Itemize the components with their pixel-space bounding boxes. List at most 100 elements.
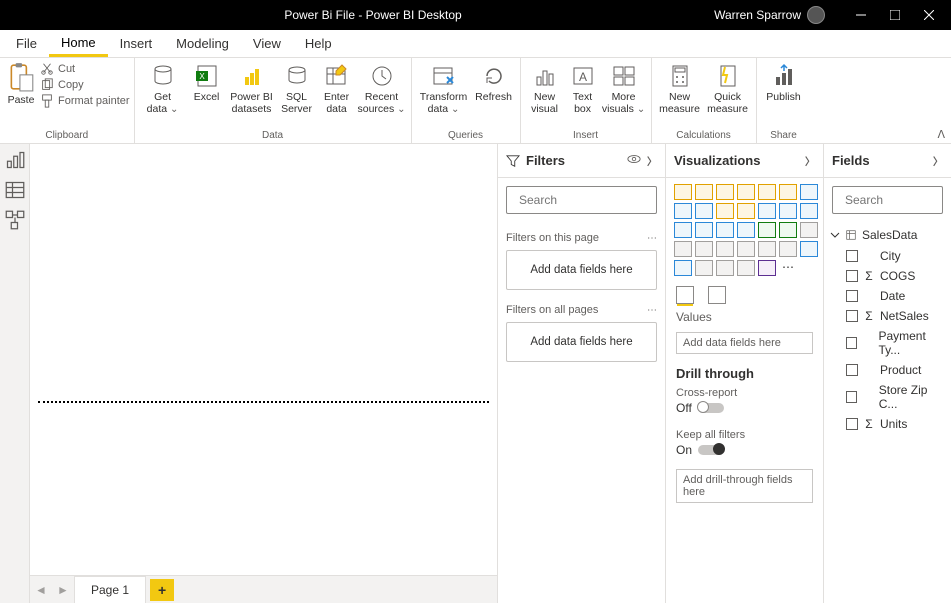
pbi-datasets-button[interactable]: Power BIdatasets bbox=[227, 60, 277, 126]
checkbox[interactable] bbox=[846, 270, 858, 282]
cross-report-toggle[interactable]: Off bbox=[676, 401, 813, 415]
viz-treemap[interactable] bbox=[737, 222, 755, 238]
field-row[interactable]: Payment Ty... bbox=[828, 326, 947, 360]
refresh-button[interactable]: Refresh bbox=[472, 60, 516, 126]
page-tab-1[interactable]: Page 1 bbox=[74, 576, 146, 603]
values-dropzone[interactable]: Add data fields here bbox=[676, 332, 813, 354]
page-next-button[interactable]: ► bbox=[52, 579, 74, 601]
viz-gauge[interactable] bbox=[800, 222, 818, 238]
fields-search[interactable] bbox=[832, 186, 943, 214]
viz-multi-card[interactable] bbox=[695, 241, 713, 257]
filters-search-input[interactable] bbox=[519, 193, 674, 207]
chevron-right-icon[interactable]: 〉 bbox=[805, 153, 815, 168]
viz-python[interactable] bbox=[674, 260, 692, 276]
viz-scatter[interactable] bbox=[674, 222, 692, 238]
report-view-icon[interactable] bbox=[5, 150, 25, 170]
field-row[interactable]: Date bbox=[828, 286, 947, 306]
field-row[interactable]: City bbox=[828, 246, 947, 266]
drill-through-dropzone[interactable]: Add drill-through fields here bbox=[676, 469, 813, 503]
fields-table[interactable]: SalesData bbox=[828, 224, 947, 246]
checkbox[interactable] bbox=[846, 250, 858, 262]
eye-icon[interactable] bbox=[627, 152, 641, 169]
minimize-button[interactable] bbox=[847, 1, 875, 29]
viz-stacked-column[interactable] bbox=[695, 184, 713, 200]
viz-donut[interactable] bbox=[716, 222, 734, 238]
field-row[interactable]: Product bbox=[828, 360, 947, 380]
viz-waterfall[interactable] bbox=[779, 203, 797, 219]
tab-help[interactable]: Help bbox=[293, 30, 344, 57]
viz-stacked-bar[interactable] bbox=[674, 184, 692, 200]
viz-ribbon[interactable] bbox=[758, 203, 776, 219]
copy-button[interactable]: Copy bbox=[40, 78, 130, 92]
recent-sources-button[interactable]: Recentsources ⌄ bbox=[357, 60, 407, 126]
format-painter-button[interactable]: Format painter bbox=[40, 94, 130, 108]
viz-clustered-bar[interactable] bbox=[716, 184, 734, 200]
viz-line-clustered[interactable] bbox=[737, 203, 755, 219]
field-row[interactable]: ΣUnits bbox=[828, 414, 947, 434]
more-icon[interactable]: ⋯ bbox=[647, 305, 657, 316]
viz-r[interactable] bbox=[800, 241, 818, 257]
excel-button[interactable]: X Excel bbox=[187, 60, 227, 126]
filters-this-page-dropzone[interactable]: Add data fields here bbox=[506, 250, 657, 290]
user-account[interactable]: Warren Sparrow bbox=[714, 6, 825, 24]
tab-file[interactable]: File bbox=[4, 30, 49, 57]
viz-matrix[interactable] bbox=[779, 241, 797, 257]
maximize-button[interactable] bbox=[881, 1, 909, 29]
ribbon-collapse-button[interactable]: ᐱ bbox=[937, 128, 945, 141]
checkbox[interactable] bbox=[846, 391, 857, 403]
fields-search-input[interactable] bbox=[845, 193, 951, 207]
tab-modeling[interactable]: Modeling bbox=[164, 30, 241, 57]
new-measure-button[interactable]: Newmeasure bbox=[656, 60, 704, 126]
viz-card[interactable] bbox=[674, 241, 692, 257]
paste-button[interactable]: Paste bbox=[4, 60, 38, 106]
field-row[interactable]: ΣCOGS bbox=[828, 266, 947, 286]
more-visuals-button[interactable]: Morevisuals ⌄ bbox=[601, 60, 647, 126]
enter-data-button[interactable]: Enterdata bbox=[317, 60, 357, 126]
viz-pie[interactable] bbox=[695, 222, 713, 238]
viz-paginated[interactable] bbox=[758, 260, 776, 276]
checkbox[interactable] bbox=[846, 418, 858, 430]
report-canvas[interactable] bbox=[30, 144, 497, 575]
viz-map[interactable] bbox=[758, 222, 776, 238]
tab-insert[interactable]: Insert bbox=[108, 30, 165, 57]
field-row[interactable]: Store Zip C... bbox=[828, 380, 947, 414]
new-visual-button[interactable]: Newvisual bbox=[525, 60, 565, 126]
cut-button[interactable]: Cut bbox=[40, 62, 130, 76]
viz-100-bar[interactable] bbox=[758, 184, 776, 200]
checkbox[interactable] bbox=[846, 290, 858, 302]
viz-decomposition[interactable] bbox=[716, 260, 734, 276]
more-icon[interactable]: ⋯ bbox=[647, 233, 657, 244]
checkbox[interactable] bbox=[846, 337, 857, 349]
viz-funnel[interactable] bbox=[800, 203, 818, 219]
sql-server-button[interactable]: SQLServer bbox=[277, 60, 317, 126]
filters-search[interactable] bbox=[506, 186, 657, 214]
filters-all-pages-dropzone[interactable]: Add data fields here bbox=[506, 322, 657, 362]
viz-stacked-area[interactable] bbox=[695, 203, 713, 219]
publish-button[interactable]: Publish bbox=[761, 60, 807, 126]
data-view-icon[interactable] bbox=[5, 180, 25, 200]
format-mode-button[interactable] bbox=[708, 286, 726, 304]
chevron-right-icon[interactable]: 〉 bbox=[933, 153, 943, 168]
tab-view[interactable]: View bbox=[241, 30, 293, 57]
viz-line-column[interactable] bbox=[716, 203, 734, 219]
viz-100-column[interactable] bbox=[779, 184, 797, 200]
checkbox[interactable] bbox=[846, 364, 858, 376]
field-row[interactable]: ΣNetSales bbox=[828, 306, 947, 326]
viz-table[interactable] bbox=[758, 241, 776, 257]
viz-qna[interactable] bbox=[737, 260, 755, 276]
viz-more[interactable]: ⋯ bbox=[779, 260, 797, 276]
viz-clustered-column[interactable] bbox=[737, 184, 755, 200]
viz-kpi[interactable] bbox=[716, 241, 734, 257]
viz-slicer[interactable] bbox=[737, 241, 755, 257]
model-view-icon[interactable] bbox=[5, 210, 25, 230]
viz-line[interactable] bbox=[800, 184, 818, 200]
close-button[interactable] bbox=[915, 1, 943, 29]
add-page-button[interactable]: + bbox=[150, 579, 174, 601]
tab-home[interactable]: Home bbox=[49, 30, 108, 57]
page-prev-button[interactable]: ◄ bbox=[30, 579, 52, 601]
checkbox[interactable] bbox=[846, 310, 858, 322]
transform-data-button[interactable]: Transformdata ⌄ bbox=[416, 60, 472, 126]
get-data-button[interactable]: Getdata ⌄ bbox=[139, 60, 187, 126]
keep-filters-toggle[interactable]: On bbox=[676, 443, 813, 457]
viz-filled-map[interactable] bbox=[779, 222, 797, 238]
